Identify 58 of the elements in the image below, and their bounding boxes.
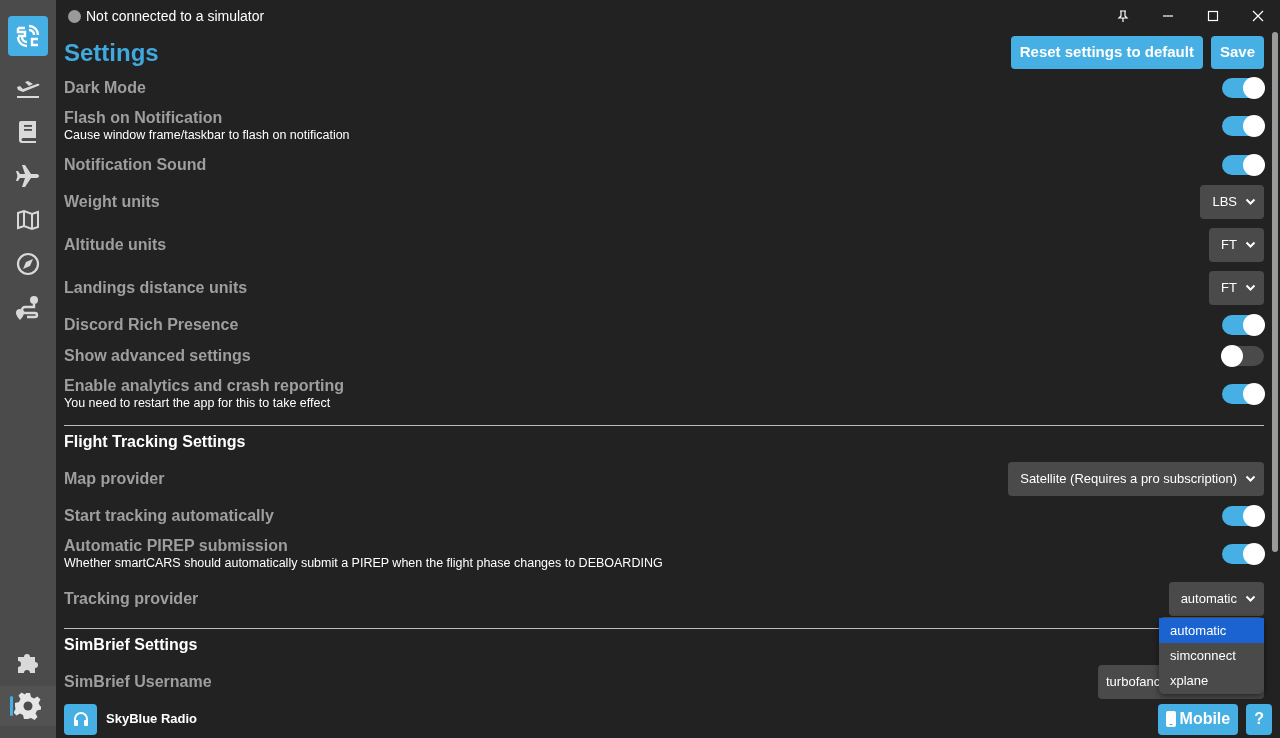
toggle-switch[interactable] bbox=[1222, 116, 1264, 136]
setting-label: Notification Sound bbox=[64, 154, 207, 175]
toggle-switch[interactable] bbox=[1222, 345, 1264, 366]
close-icon[interactable] bbox=[1251, 10, 1264, 22]
setting-label: Show advanced settings bbox=[64, 345, 251, 366]
setting-label: Map provider bbox=[64, 468, 165, 489]
setting-label: Automatic PIREP submission bbox=[64, 536, 289, 556]
headphones-icon bbox=[72, 711, 89, 727]
setting-label: Discord Rich Presence bbox=[64, 314, 239, 335]
setting-label: Start tracking automatically bbox=[64, 505, 274, 526]
maximize-icon[interactable] bbox=[1206, 10, 1219, 22]
toggle-switch[interactable] bbox=[1222, 154, 1264, 175]
toggle-switch[interactable] bbox=[1222, 505, 1264, 526]
chevron-icon bbox=[1245, 474, 1256, 483]
setting-description: Cause window frame/taskbar to flash on notification bbox=[64, 127, 350, 144]
setting-label: Flash on Notification bbox=[64, 108, 224, 128]
route-icon bbox=[15, 295, 41, 321]
dropdown-option[interactable]: simconnect bbox=[1159, 642, 1264, 668]
dropdown[interactable]: FT bbox=[1209, 227, 1264, 262]
setting-label: Tracking provider bbox=[64, 588, 199, 609]
radio-label: SkyBlue Radio bbox=[106, 710, 198, 729]
sidebar-item[interactable] bbox=[0, 686, 56, 726]
chevron-icon bbox=[1245, 240, 1256, 249]
logo-icon bbox=[14, 22, 42, 50]
map-icon bbox=[16, 209, 40, 231]
setting-label: Dark Mode bbox=[64, 77, 146, 98]
dropdown-option[interactable]: xplane bbox=[1159, 667, 1264, 693]
dropdown[interactable]: automatic bbox=[1168, 581, 1264, 616]
chevron-icon bbox=[1245, 283, 1256, 292]
chevron-icon bbox=[1245, 594, 1256, 603]
phone-icon bbox=[1165, 711, 1176, 727]
setting-description: Whether smartCARS should automatically submit a PIREP when the flight phase changes to DEBOARDING bbox=[64, 555, 663, 572]
setting-label: Weight units bbox=[64, 191, 160, 212]
book-icon bbox=[18, 120, 38, 144]
compass-icon bbox=[16, 252, 40, 276]
status-text: Not connected to a simulator bbox=[86, 6, 265, 26]
section-heading: SimBrief Settings bbox=[64, 634, 198, 655]
setting-label: Enable analytics and crash reporting bbox=[64, 376, 345, 396]
toggle-switch[interactable] bbox=[1222, 544, 1264, 564]
page-title: Settings bbox=[64, 37, 159, 68]
setting-label: SimBrief Username bbox=[64, 671, 212, 692]
headphones-button[interactable] bbox=[64, 703, 97, 735]
toggle-switch[interactable] bbox=[1222, 77, 1264, 98]
dropdown[interactable]: Satellite (Requires a pro subscription) bbox=[1008, 461, 1264, 496]
dropdown[interactable]: FT bbox=[1209, 270, 1264, 305]
setting-description: You need to restart the app for this to take effect bbox=[64, 395, 332, 412]
section-heading: Flight Tracking Settings bbox=[64, 431, 246, 452]
dropdown[interactable]: LBS bbox=[1200, 184, 1264, 219]
airplane-icon bbox=[15, 164, 41, 188]
setting-label: Altitude units bbox=[64, 234, 167, 255]
scrollbar-thumb[interactable] bbox=[1272, 32, 1278, 552]
settings-icon bbox=[14, 692, 42, 720]
dropdown-option[interactable]: automatic bbox=[1159, 617, 1264, 643]
setting-label: Landings distance units bbox=[64, 277, 248, 298]
toggle-switch[interactable] bbox=[1222, 384, 1264, 404]
chevron-icon bbox=[1245, 197, 1256, 206]
pin-icon[interactable] bbox=[1116, 10, 1129, 22]
toggle-switch[interactable] bbox=[1222, 314, 1264, 335]
